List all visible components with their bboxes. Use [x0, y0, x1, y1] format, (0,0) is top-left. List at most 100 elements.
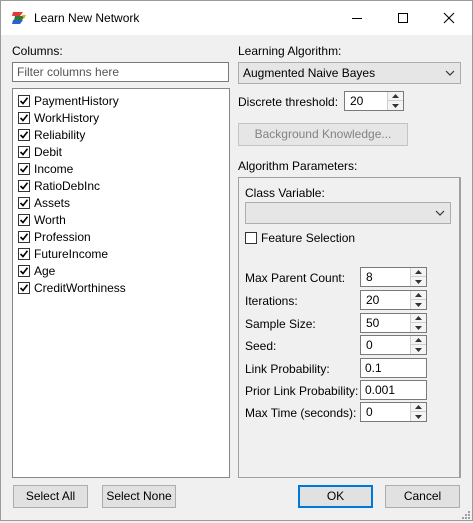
algorithm-parameters-label: Algorithm Parameters: — [238, 159, 358, 173]
checkbox-checked-icon[interactable] — [18, 128, 30, 141]
checkbox-checked-icon[interactable] — [18, 196, 30, 209]
triangle-up-icon — [415, 293, 422, 297]
minimize-icon — [352, 17, 362, 19]
list-item[interactable]: RatioDebInc — [18, 177, 100, 194]
sample-size-stepper[interactable]: 50 — [360, 313, 427, 333]
column-label: Assets — [34, 195, 71, 210]
triangle-down-icon — [415, 414, 422, 419]
column-label: Profession — [34, 229, 91, 244]
parameters-scroll-area[interactable]: Class Variable: Feature Selection Max Pa… — [239, 178, 460, 477]
network-app-icon — [11, 10, 27, 26]
seed-stepper[interactable]: 0 — [360, 335, 427, 355]
stepper-up-button[interactable] — [388, 92, 403, 101]
checkbox-checked-icon[interactable] — [18, 247, 30, 260]
chevron-down-icon — [435, 210, 445, 216]
class-variable-select[interactable] — [245, 202, 451, 224]
sample-size-label: Sample Size: — [245, 317, 316, 331]
list-item[interactable]: PaymentHistory — [18, 92, 119, 109]
list-item[interactable]: Assets — [18, 194, 70, 211]
columns-label: Columns: — [12, 44, 63, 58]
prior-link-probability-label: Prior Link Probability: — [245, 384, 359, 398]
feature-selection-checkbox[interactable]: Feature Selection — [245, 231, 355, 245]
iterations-label: Iterations: — [245, 294, 298, 308]
column-label: Age — [34, 263, 56, 278]
maximize-icon — [398, 12, 408, 23]
stepper-up-button[interactable] — [411, 291, 426, 300]
stepper-down-button[interactable] — [411, 345, 426, 354]
triangle-up-icon — [392, 94, 399, 98]
stepper-up-button[interactable] — [411, 314, 426, 323]
stepper-down-button[interactable] — [411, 412, 426, 421]
resize-grip-icon[interactable] — [461, 509, 471, 519]
column-label: CreditWorthiness — [34, 280, 126, 295]
checkbox-checked-icon[interactable] — [18, 213, 30, 226]
triangle-up-icon — [415, 338, 422, 342]
link-probability-label: Link Probability: — [245, 362, 330, 376]
list-item[interactable]: WorkHistory — [18, 109, 99, 126]
checkbox-checked-icon[interactable] — [18, 111, 30, 124]
stepper-down-button[interactable] — [411, 323, 426, 332]
column-label: Income — [34, 161, 74, 176]
filter-columns-input[interactable]: Filter columns here — [12, 62, 229, 82]
link-probability-input[interactable]: 0.1 — [360, 358, 427, 378]
prior-link-probability-input[interactable]: 0.001 — [360, 380, 427, 400]
discrete-threshold-label: Discrete threshold: — [238, 95, 339, 109]
max-parent-count-value: 8 — [366, 270, 373, 284]
list-item[interactable]: Debit — [18, 143, 62, 160]
close-button[interactable] — [426, 1, 472, 34]
stepper-down-button[interactable] — [411, 277, 426, 286]
column-label: Worth — [34, 212, 66, 227]
triangle-down-icon — [415, 325, 422, 330]
checkbox-checked-icon[interactable] — [18, 281, 30, 294]
checkbox-checked-icon[interactable] — [18, 145, 30, 158]
triangle-up-icon — [415, 270, 422, 274]
max-parent-count-label: Max Parent Count: — [245, 271, 346, 285]
seed-label: Seed: — [245, 339, 277, 353]
checkbox-checked-icon[interactable] — [18, 94, 30, 107]
sample-size-value: 50 — [366, 316, 380, 330]
checkbox-checked-icon[interactable] — [18, 230, 30, 243]
learn-network-dialog: Learn New Network Columns: Filter column… — [0, 0, 473, 521]
learning-algorithm-label: Learning Algorithm: — [238, 44, 342, 58]
list-item[interactable]: Income — [18, 160, 73, 177]
learning-algorithm-select[interactable]: Augmented Naive Bayes — [238, 62, 461, 84]
stepper-up-button[interactable] — [411, 403, 426, 412]
maximize-button[interactable] — [380, 1, 426, 34]
list-item[interactable]: Reliability — [18, 126, 85, 143]
seed-value: 0 — [366, 338, 373, 352]
max-time-stepper[interactable]: 0 — [360, 402, 427, 422]
stepper-up-button[interactable] — [411, 268, 426, 277]
list-item[interactable]: FutureIncome — [18, 245, 108, 262]
ok-button[interactable]: OK — [298, 485, 373, 508]
checkbox-checked-icon[interactable] — [18, 179, 30, 192]
checkbox-icon — [245, 232, 257, 244]
column-label: Reliability — [34, 127, 86, 142]
column-label: RatioDebInc — [34, 178, 101, 193]
stepper-down-button[interactable] — [411, 300, 426, 309]
column-label: FutureIncome — [34, 246, 109, 261]
list-item[interactable]: Worth — [18, 211, 66, 228]
class-variable-label: Class Variable: — [245, 186, 325, 200]
stepper-down-button[interactable] — [388, 101, 403, 110]
iterations-stepper[interactable]: 20 — [360, 290, 427, 310]
list-item[interactable]: Age — [18, 262, 55, 279]
iterations-value: 20 — [366, 293, 380, 307]
feature-selection-label: Feature Selection — [261, 231, 356, 245]
checkbox-checked-icon[interactable] — [18, 264, 30, 277]
columns-list[interactable]: PaymentHistory WorkHistory Reliability Debi… — [12, 88, 230, 478]
select-none-button[interactable]: Select None — [102, 485, 176, 508]
select-all-button[interactable]: Select All — [13, 485, 88, 508]
list-item[interactable]: Profession — [18, 228, 91, 245]
minimize-button[interactable] — [334, 1, 380, 34]
stepper-up-button[interactable] — [411, 336, 426, 345]
learning-algorithm-value: Augmented Naive Bayes — [243, 66, 376, 80]
column-label: Debit — [34, 144, 63, 159]
triangle-down-icon — [415, 279, 422, 284]
max-parent-count-stepper[interactable]: 8 — [360, 267, 427, 287]
cancel-button[interactable]: Cancel — [385, 485, 460, 508]
background-knowledge-button[interactable]: Background Knowledge... — [238, 123, 408, 146]
checkbox-checked-icon[interactable] — [18, 162, 30, 175]
list-item[interactable]: CreditWorthiness — [18, 279, 126, 296]
discrete-threshold-stepper[interactable]: 20 — [344, 91, 404, 111]
title-bar[interactable]: Learn New Network — [1, 1, 472, 35]
